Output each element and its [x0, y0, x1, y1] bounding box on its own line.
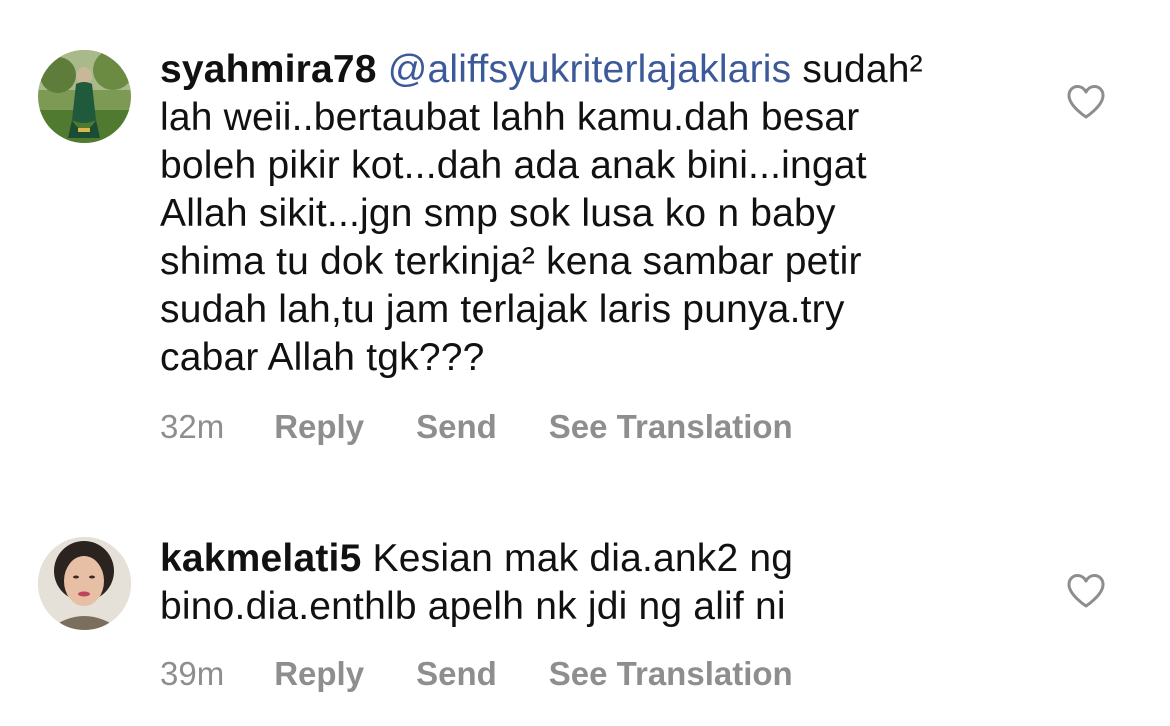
avatar-image [38, 50, 131, 143]
send-button[interactable]: Send [416, 655, 497, 693]
comment-meta: 32m Reply Send See Translation [160, 408, 845, 446]
send-button[interactable]: Send [416, 408, 497, 446]
avatar[interactable] [38, 50, 131, 143]
comment-timestamp: 32m [160, 408, 225, 445]
avatar-image [38, 537, 131, 630]
comment-text-line: cabar Allah tgk??? [160, 336, 485, 379]
comment-text-line: Allah sikit...jgn smp sok lusa ko n baby [160, 192, 836, 235]
comment-text-line: boleh pikir kot...dah ada anak bini...in… [160, 144, 867, 187]
comment-text-line: sudah lah,tu jam terlajak laris punya.tr… [160, 288, 845, 331]
see-translation-button[interactable]: See Translation [549, 655, 793, 693]
avatar[interactable] [38, 537, 131, 630]
comment-body: kakmelati5 Kesian mak dia.ank2 ng bino.di… [160, 535, 1020, 631]
see-translation-button[interactable]: See Translation [549, 408, 793, 446]
heart-outline-icon[interactable] [1066, 84, 1106, 120]
comment-timestamp: 39m [160, 655, 225, 692]
comment-text-line: sudah² [791, 48, 923, 91]
comment-text-line: lah weii..bertaubat lahh kamu.dah besar [160, 96, 860, 139]
comment-text-line: Kesian mak dia.ank2 ng [361, 537, 794, 580]
comment-body: syahmira78 @aliffsyukriterlajaklaris sud… [160, 46, 1020, 382]
comment-text-line: shima tu dok terkinja² kena sambar petir [160, 240, 862, 283]
reply-button[interactable]: Reply [274, 655, 364, 693]
comment-mention[interactable]: @aliffsyukriterlajaklaris [388, 48, 792, 91]
reply-button[interactable]: Reply [274, 408, 364, 446]
comment-text-line: bino.dia.enthlb apelh nk jdi ng alif ni [160, 585, 786, 628]
comment-meta: 39m Reply Send See Translation [160, 655, 845, 693]
heart-outline-icon[interactable] [1066, 573, 1106, 609]
comment-username[interactable]: syahmira78 [160, 48, 377, 91]
comment-username[interactable]: kakmelati5 [160, 537, 361, 580]
